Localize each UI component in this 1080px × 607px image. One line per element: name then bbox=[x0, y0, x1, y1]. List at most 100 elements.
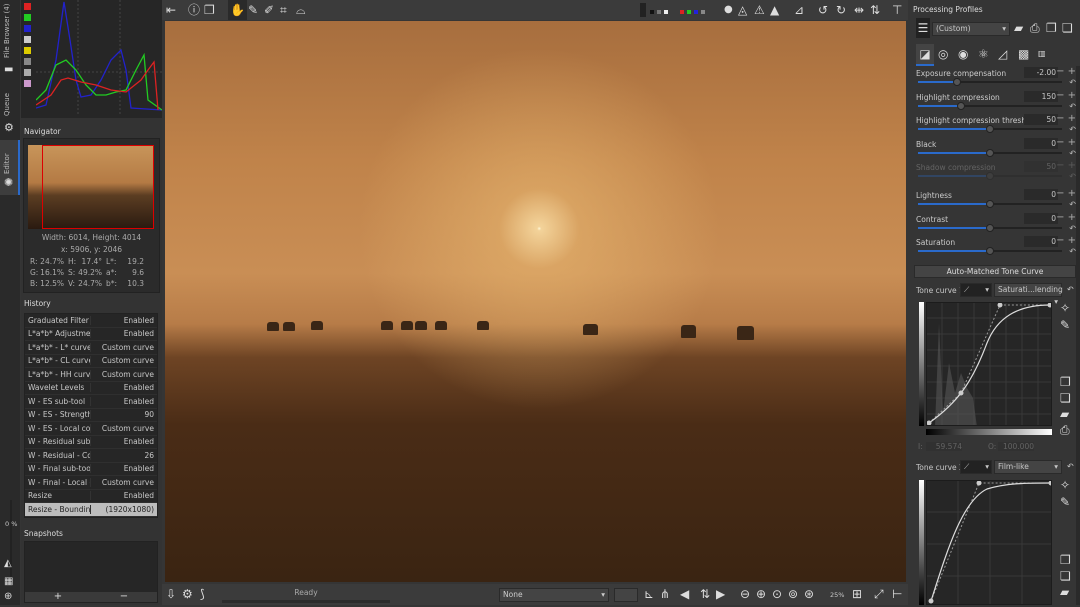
blue-channel-button[interactable] bbox=[694, 10, 698, 14]
history-row[interactable]: L*a*b* - HH curve Custom curve bbox=[25, 368, 157, 382]
tab-file-browser[interactable]: File Browser (4) bbox=[0, 0, 20, 60]
reset-icon[interactable]: ↶ bbox=[1069, 125, 1076, 134]
histogram-luminance-toggle[interactable] bbox=[24, 36, 31, 43]
before-after-icon[interactable]: ❐ bbox=[204, 0, 215, 20]
tab-raw-icon[interactable]: ▩ bbox=[1018, 44, 1029, 64]
image-preview[interactable] bbox=[165, 21, 906, 582]
stepper-buttons[interactable]: − + bbox=[1056, 137, 1076, 148]
tab-queue[interactable]: Queue bbox=[0, 88, 20, 118]
reset-icon[interactable]: ↶ bbox=[1069, 172, 1076, 181]
stepper-buttons[interactable]: − + bbox=[1056, 160, 1076, 171]
zoom-fit-crop-icon[interactable]: ⊛ bbox=[804, 584, 814, 604]
slider-handle[interactable] bbox=[986, 172, 994, 180]
background-color-toggle[interactable] bbox=[640, 3, 646, 17]
white-balance-picker-icon[interactable]: ✎ bbox=[248, 0, 258, 20]
tab-color-icon[interactable]: ◉ bbox=[958, 44, 968, 64]
tab-editor[interactable]: Editor ✺ bbox=[0, 140, 20, 195]
luminance-channel-button[interactable] bbox=[701, 10, 705, 14]
history-row[interactable]: W - ES sub-tool Enabled bbox=[25, 395, 157, 409]
history-row[interactable]: L*a*b* - CL curve Custom curve bbox=[25, 355, 157, 368]
save-curve-icon[interactable]: ⎙ bbox=[1060, 420, 1070, 440]
sync-icon[interactable]: ⇅ bbox=[700, 584, 710, 604]
slider-track[interactable] bbox=[918, 125, 1062, 133]
reset-icon[interactable]: ↶ bbox=[1069, 78, 1076, 87]
tone-curve-2-type-select[interactable]: ⟋ ▾ bbox=[960, 460, 992, 474]
rotate-right-icon[interactable]: ↻ bbox=[836, 0, 846, 20]
stepper-buttons[interactable]: − + bbox=[1056, 66, 1076, 77]
history-row[interactable]: Resize Enabled bbox=[25, 490, 157, 503]
reset-icon[interactable]: ↶ bbox=[1069, 149, 1076, 158]
history-row[interactable]: W - Residual - Con... 26 bbox=[25, 449, 157, 463]
bg-white-button[interactable] bbox=[664, 10, 668, 14]
histogram-mode-toggle[interactable] bbox=[24, 80, 31, 87]
queue-settings-icon[interactable]: ⚙ bbox=[182, 584, 193, 604]
slider-track[interactable] bbox=[918, 102, 1062, 110]
bg-grey-button[interactable] bbox=[657, 10, 661, 14]
tool-panel-scrollbar[interactable] bbox=[1076, 66, 1080, 605]
info-icon[interactable]: ⓘ bbox=[188, 0, 200, 20]
value-field[interactable]: 0 bbox=[1024, 189, 1058, 200]
bg-black-button[interactable] bbox=[650, 10, 654, 14]
slider-handle[interactable] bbox=[986, 200, 994, 208]
shadow-clip-icon[interactable]: ◬ bbox=[738, 0, 747, 20]
value-field[interactable]: 0 bbox=[1024, 138, 1058, 149]
reset-icon[interactable]: ↶ bbox=[1069, 200, 1076, 209]
value-field[interactable]: 150 bbox=[1024, 91, 1058, 102]
history-row[interactable]: W - Residual sub-t... Enabled bbox=[25, 436, 157, 449]
toggle-panels-icon[interactable]: ⊢ bbox=[892, 584, 902, 604]
history-row[interactable]: Wavelet Levels Enabled bbox=[25, 382, 157, 395]
stepper-buttons[interactable]: − + bbox=[1056, 235, 1076, 246]
slider-track[interactable] bbox=[918, 149, 1062, 157]
paste-profile-icon[interactable]: ❏ bbox=[1062, 18, 1073, 38]
stepper-buttons[interactable]: − + bbox=[1056, 188, 1076, 199]
histogram-bar-toggle[interactable] bbox=[24, 69, 31, 76]
pick-curve-icon[interactable]: ✎ bbox=[1060, 492, 1070, 512]
curve-output-field[interactable]: 100.000 bbox=[998, 442, 1034, 451]
hide-right-panel-icon[interactable]: ⊤ bbox=[892, 0, 902, 20]
focus-mask-icon[interactable]: ● bbox=[724, 0, 733, 20]
load-curve-icon[interactable]: ▰ bbox=[1060, 582, 1069, 602]
tone-curve-1-editor[interactable] bbox=[926, 302, 1052, 426]
preview-profile-select[interactable]: None ▾ bbox=[499, 588, 609, 602]
zoom-fit-icon[interactable]: ⊚ bbox=[788, 584, 798, 604]
auto-matched-tone-curve-button[interactable]: Auto-Matched Tone Curve bbox=[914, 265, 1076, 278]
tone-curve-2-editor[interactable] bbox=[926, 480, 1052, 605]
zoom-out-icon[interactable]: ⊖ bbox=[740, 584, 750, 604]
straighten-icon[interactable]: ⌓ bbox=[296, 0, 306, 20]
save-profile-icon[interactable]: ⎙ bbox=[1030, 18, 1040, 38]
stepper-buttons[interactable]: − + bbox=[1056, 90, 1076, 101]
histogram-chroma-toggle[interactable] bbox=[24, 47, 31, 54]
tone-curve-2-mode-select[interactable]: Film-like ▾ bbox=[994, 460, 1062, 474]
reset-icon[interactable]: ↶ bbox=[1069, 224, 1076, 233]
perspective-icon[interactable]: ⊾ bbox=[644, 584, 654, 604]
stepper-buttons[interactable]: − + bbox=[1056, 212, 1076, 223]
red-channel-button[interactable] bbox=[680, 10, 684, 14]
fullscreen-icon[interactable]: ⤢ bbox=[874, 584, 884, 604]
tone-curve-1-mode-select[interactable]: Saturati...lending ▾ bbox=[994, 283, 1063, 306]
value-field[interactable]: 50 bbox=[1024, 161, 1058, 172]
zoom-100-icon[interactable]: ⊙ bbox=[772, 584, 782, 604]
external-editor-icon[interactable]: ⟆ bbox=[200, 584, 205, 604]
history-row[interactable]: W - Final - Local c... Custom curve bbox=[25, 476, 157, 490]
tab-exposure-icon[interactable]: ◪ bbox=[916, 44, 934, 66]
zoom-in-icon[interactable]: ⊕ bbox=[756, 584, 766, 604]
shadow-clip-warning-icon[interactable]: ▲ bbox=[770, 0, 779, 20]
stepper-buttons[interactable]: − + bbox=[1056, 113, 1076, 124]
reset-icon[interactable]: ↶ bbox=[1069, 247, 1076, 256]
new-detail-window-icon[interactable]: ⊞ bbox=[852, 584, 862, 604]
histogram-green-toggle[interactable] bbox=[24, 14, 31, 21]
history-row[interactable]: Graduated Filter Enabled bbox=[25, 314, 157, 328]
tab-transform-icon[interactable]: ◿ bbox=[998, 44, 1007, 64]
history-row[interactable]: W - ES - Local con... Custom curve bbox=[25, 422, 157, 436]
slider-track[interactable] bbox=[918, 247, 1062, 255]
history-row[interactable]: W - Final sub-tool Enabled bbox=[25, 463, 157, 476]
slider-track[interactable] bbox=[918, 172, 1062, 180]
history-row[interactable]: Resize - Bounding... (1920x1080) bbox=[25, 503, 157, 517]
slider-handle[interactable] bbox=[957, 102, 966, 110]
tone-curve-1-type-select[interactable]: ⟋ ▾ bbox=[960, 283, 992, 297]
previous-image-icon[interactable]: ◀ bbox=[680, 584, 689, 604]
reset-icon[interactable]: ↶ bbox=[1069, 102, 1076, 111]
history-row[interactable]: L*a*b* Adjustme... Enabled bbox=[25, 328, 157, 341]
slider-handle[interactable] bbox=[986, 149, 994, 157]
value-field[interactable]: 50 bbox=[1024, 114, 1058, 125]
